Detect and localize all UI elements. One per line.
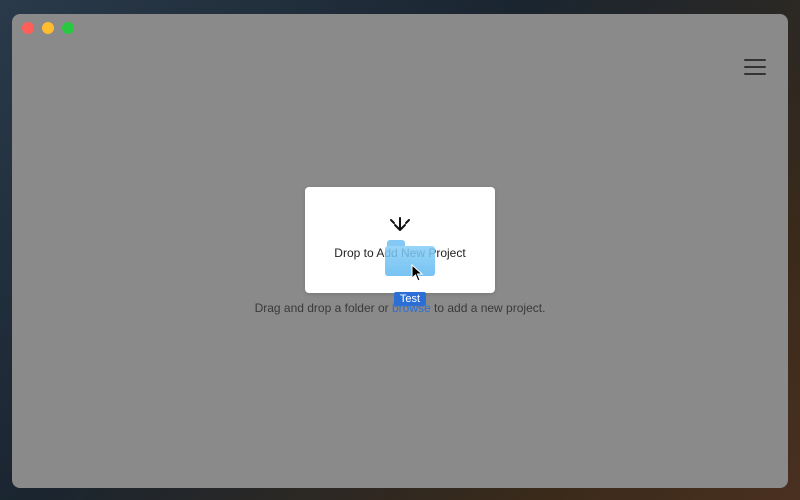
drop-zone-label: Drop to Add New Project: [334, 246, 465, 260]
hint-text: Drag and drop a folder or browse to add …: [255, 301, 546, 315]
hint-prefix: Drag and drop a folder or: [255, 301, 392, 315]
desktop-background: Drop to Add New Project Drag and drop a …: [0, 0, 800, 500]
download-icon: [389, 216, 411, 238]
main-content: Drop to Add New Project Drag and drop a …: [12, 14, 788, 488]
app-window: Drop to Add New Project Drag and drop a …: [12, 14, 788, 488]
hint-suffix: to add a new project.: [431, 301, 546, 315]
browse-link[interactable]: browse: [392, 301, 431, 315]
drop-zone[interactable]: Drop to Add New Project: [305, 187, 495, 293]
